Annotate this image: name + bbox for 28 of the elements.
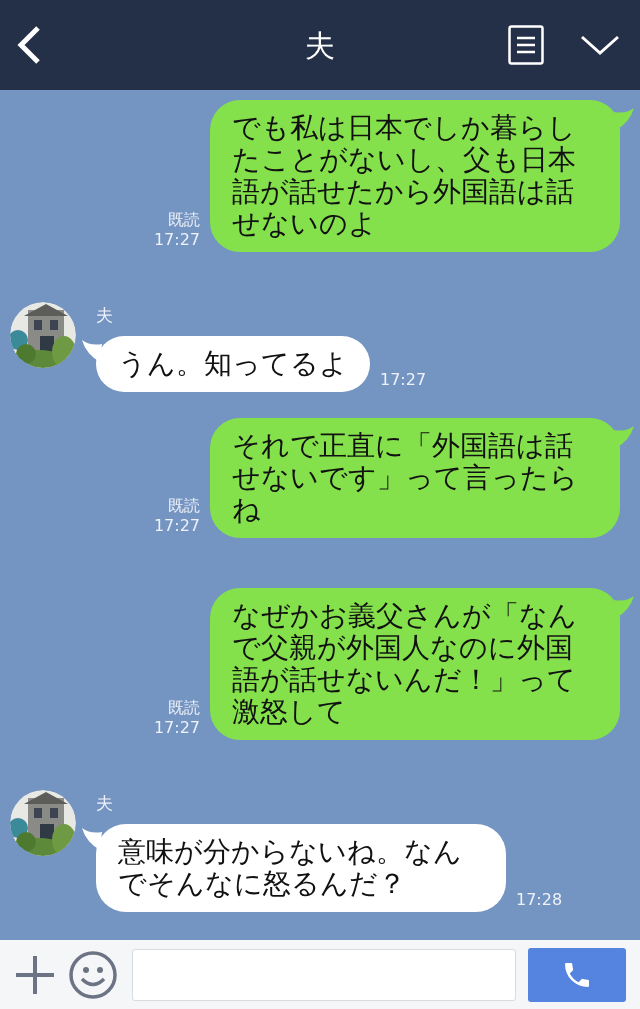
message-time: 17:27 bbox=[380, 370, 427, 390]
message-input[interactable] bbox=[132, 948, 516, 1001]
message-bubble: うん。知ってるよ bbox=[96, 336, 370, 392]
bubble-tail bbox=[82, 828, 102, 850]
message-bubble: 意味が分からないね。なんでそんなに怒るんだ？ bbox=[96, 824, 506, 912]
read-receipt: 既読 bbox=[168, 210, 200, 230]
bubble-tail bbox=[614, 426, 634, 448]
chat-title: 夫 bbox=[305, 26, 335, 65]
message-time: 17:27 bbox=[153, 718, 200, 738]
message-time: 17:28 bbox=[516, 890, 563, 910]
message-time: 17:27 bbox=[153, 516, 200, 536]
plus-icon[interactable] bbox=[14, 953, 56, 996]
bubble-tail bbox=[82, 340, 102, 362]
read-receipt: 既読 bbox=[168, 698, 200, 718]
chevron-down-icon[interactable] bbox=[580, 34, 620, 56]
message-bubble: でも私は日本でしか暮らしたことがないし、父も日本語が話せたから外国語は話せないのよ bbox=[210, 100, 620, 252]
call-button[interactable] bbox=[528, 947, 626, 1002]
menu-icon[interactable] bbox=[508, 25, 544, 65]
message-bubble: それで正直に「外国語は話せないです」って言ったらね bbox=[210, 418, 620, 538]
sender-name: 夫 bbox=[96, 304, 114, 326]
message-time: 17:27 bbox=[153, 230, 200, 250]
read-receipt: 既読 bbox=[168, 496, 200, 516]
smiley-icon[interactable] bbox=[68, 949, 118, 1000]
message-bubble: なぜかお義父さんが「なんで父親が外国人なのに外国語が話せないんだ！」って激怒して bbox=[210, 588, 620, 740]
bubble-tail bbox=[614, 108, 634, 130]
back-icon[interactable] bbox=[16, 25, 42, 65]
bubble-tail bbox=[614, 596, 634, 618]
sender-name: 夫 bbox=[96, 792, 114, 814]
